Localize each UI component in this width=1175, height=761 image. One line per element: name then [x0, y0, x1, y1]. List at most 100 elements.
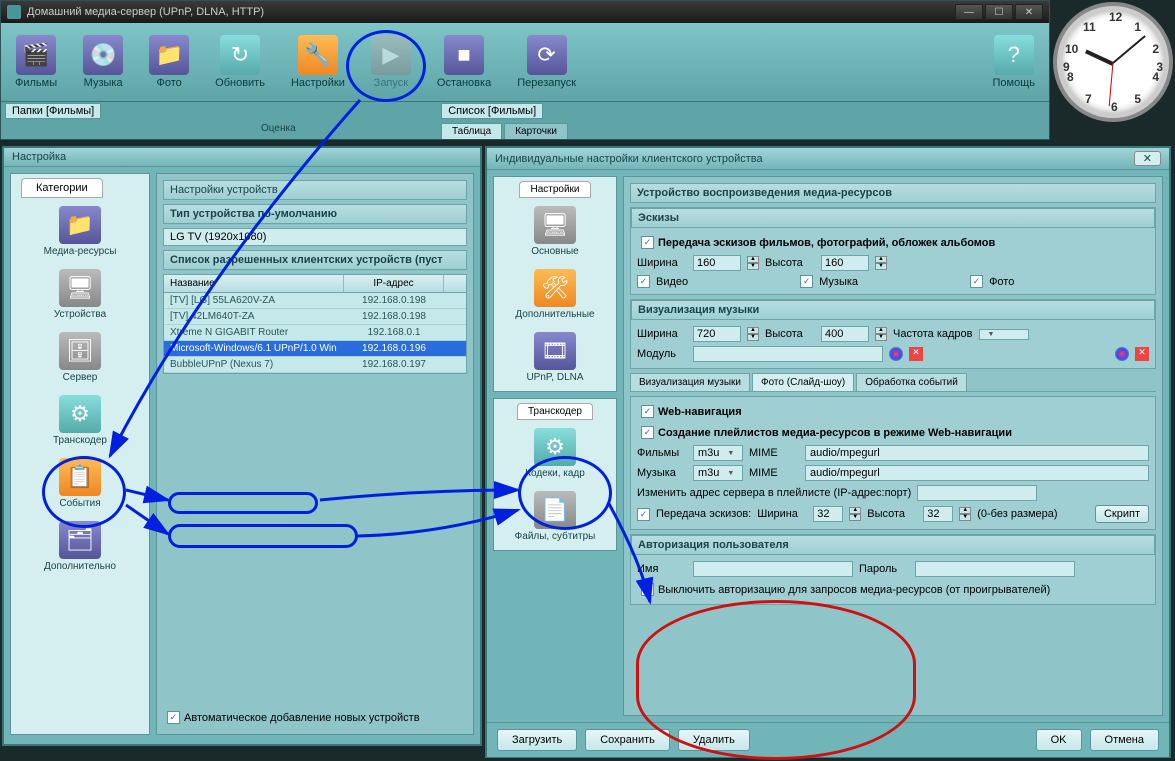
window-title: Домашний медиа-сервер (UPnP, DLNA, HTTP) [27, 6, 264, 18]
music-mime-input[interactable] [805, 465, 1149, 481]
maximize-button[interactable]: ☐ [985, 4, 1013, 20]
spinner[interactable]: ▲▼ [849, 507, 861, 521]
music-icon: 💿 [83, 35, 123, 75]
refresh-button[interactable]: ↻Обновить [209, 33, 271, 91]
help-icon: ? [994, 35, 1034, 75]
side-transcoder-tab[interactable]: Транскодер [517, 403, 593, 420]
media-icon: 📁 [59, 206, 101, 244]
main-window: Домашний медиа-сервер (UPnP, DLNA, HTTP)… [0, 0, 1050, 140]
advanced-icon: 🗂 [59, 521, 101, 559]
save-button[interactable]: Сохранить [585, 729, 670, 751]
settings-button[interactable]: 🔧Настройки [285, 33, 351, 91]
restart-button[interactable]: ⟳Перезапуск [511, 33, 582, 91]
cat-advanced[interactable]: 🗂Дополнительно [15, 517, 145, 576]
delete-icon[interactable]: ✕ [1135, 347, 1149, 361]
server-addr-input[interactable] [917, 485, 1037, 501]
photo-checkbox[interactable]: ✓ [970, 275, 983, 288]
side-files[interactable]: 📄Файлы, субтитры [498, 487, 612, 546]
titlebar: Домашний медиа-сервер (UPnP, DLNA, HTTP)… [1, 1, 1049, 23]
close-icon[interactable]: ✕ [1134, 151, 1161, 166]
webnav-thumbs-checkbox[interactable]: ✓ [637, 508, 650, 521]
fps-combo[interactable] [979, 329, 1029, 340]
dialog-buttons: Загрузить Сохранить Удалить OK Отмена [487, 722, 1169, 757]
playlists-checkbox[interactable]: ✓ [641, 426, 654, 439]
start-button[interactable]: ▶Запуск [365, 33, 417, 91]
table-row[interactable]: Microsoft-Windows/6.1 UPnP/1.0 Win192.16… [164, 341, 466, 357]
films-button[interactable]: 🎬Фильмы [9, 33, 63, 91]
default-type-input[interactable] [163, 228, 467, 246]
thumbs-transfer-checkbox[interactable]: ✓ [641, 236, 654, 249]
auth-pass-input[interactable] [915, 561, 1075, 577]
events-icon: 📋 [59, 458, 101, 496]
music-format-combo[interactable]: m3u [693, 465, 743, 481]
autoadd-row[interactable]: ✓ Автоматическое добавление новых устрой… [163, 707, 467, 728]
table-row[interactable]: BubbleUPnP (Nexus 7)192.168.0.197 [164, 357, 466, 373]
main-toolbar: 🎬Фильмы 💿Музыка 📁Фото ↻Обновить 🔧Настрой… [1, 23, 1049, 101]
thumbs-group: Эскизы ✓Передача эскизов фильмов, фотогр… [630, 207, 1156, 295]
help-button[interactable]: ?Помощь [987, 33, 1042, 91]
cat-transcoder[interactable]: ⚙Транскодер [15, 391, 145, 450]
films-format-combo[interactable]: m3u [693, 445, 743, 461]
close-button[interactable]: ✕ [1015, 4, 1043, 20]
photo-icon: 📁 [149, 35, 189, 75]
photo-button[interactable]: 📁Фото [143, 33, 195, 91]
music-checkbox[interactable]: ✓ [800, 275, 813, 288]
spinner[interactable]: ▲▼ [747, 256, 759, 270]
films-mime-input[interactable] [805, 445, 1149, 461]
tab-events[interactable]: Обработка событий [856, 373, 967, 391]
extra-icon: 🛠 [534, 269, 576, 307]
load-button[interactable]: Загрузить [497, 729, 577, 751]
codecs-icon: ⚙ [534, 428, 576, 466]
spinner[interactable]: ▲▼ [875, 327, 887, 341]
color-icon[interactable] [1115, 347, 1129, 361]
thumb-width-input[interactable] [693, 255, 741, 271]
auth-disable-checkbox[interactable] [641, 583, 654, 596]
minimize-button[interactable]: — [955, 4, 983, 20]
side-upnp[interactable]: 🎞UPnP, DLNA [498, 328, 612, 387]
col-name[interactable]: Название [164, 275, 344, 292]
side-settings-tab[interactable]: Настройки [519, 181, 590, 198]
side-extra[interactable]: 🛠Дополнительные [498, 265, 612, 324]
start-icon: ▶ [371, 35, 411, 75]
cat-server[interactable]: 🗄Сервер [15, 328, 145, 387]
side-codecs[interactable]: ⚙Кодеки, кадр [498, 424, 612, 483]
minute-hand [1112, 35, 1145, 64]
viz-width-input[interactable] [693, 326, 741, 342]
auth-name-input[interactable] [693, 561, 853, 577]
tab-table[interactable]: Таблица [441, 123, 502, 139]
table-row[interactable]: [TV] 42LM640T-ZA192.168.0.198 [164, 309, 466, 325]
cancel-button[interactable]: Отмена [1090, 729, 1159, 751]
video-checkbox[interactable]: ✓ [637, 275, 650, 288]
cat-events[interactable]: 📋События [15, 454, 145, 513]
device-content: Устройство воспроизведения медиа-ресурсо… [623, 176, 1163, 716]
categories-tab[interactable]: Категории [21, 178, 103, 198]
thumb-height-input[interactable] [821, 255, 869, 271]
tab-musicviz[interactable]: Визуализация музыки [630, 373, 750, 391]
spinner[interactable]: ▲▼ [959, 507, 971, 521]
table-row[interactable]: [TV] [LG] 55LA620V-ZA192.168.0.198 [164, 293, 466, 309]
delete-icon[interactable]: ✕ [909, 347, 923, 361]
script-button[interactable]: Скрипт [1095, 505, 1149, 523]
music-button[interactable]: 💿Музыка [77, 33, 129, 91]
refresh-icon: ↻ [220, 35, 260, 75]
col-ip[interactable]: IP-адрес [344, 275, 444, 292]
tab-slideshow[interactable]: Фото (Слайд-шоу) [752, 373, 854, 391]
spinner[interactable]: ▲▼ [747, 327, 759, 341]
cat-devices[interactable]: 🖥Устройства [15, 265, 145, 324]
settings-content: Настройки устройств Тип устройства по-ум… [156, 173, 474, 735]
spinner[interactable]: ▲▼ [875, 256, 887, 270]
delete-button[interactable]: Удалить [678, 729, 750, 751]
table-row[interactable]: Xtreme N GIGABIT Router192.168.0.1 [164, 325, 466, 341]
cat-media[interactable]: 📁Медиа-ресурсы [15, 202, 145, 261]
webnav-h-input[interactable] [923, 506, 953, 522]
module-input[interactable] [693, 346, 883, 362]
color-icon[interactable] [889, 347, 903, 361]
stop-button[interactable]: ■Остановка [431, 33, 497, 91]
webnav-checkbox[interactable]: ✓ [641, 405, 654, 418]
autoadd-checkbox[interactable]: ✓ [167, 711, 180, 724]
tab-cards[interactable]: Карточки [504, 123, 568, 139]
viz-height-input[interactable] [821, 326, 869, 342]
webnav-w-input[interactable] [813, 506, 843, 522]
side-main[interactable]: 🖥Основные [498, 202, 612, 261]
ok-button[interactable]: OK [1036, 729, 1082, 751]
